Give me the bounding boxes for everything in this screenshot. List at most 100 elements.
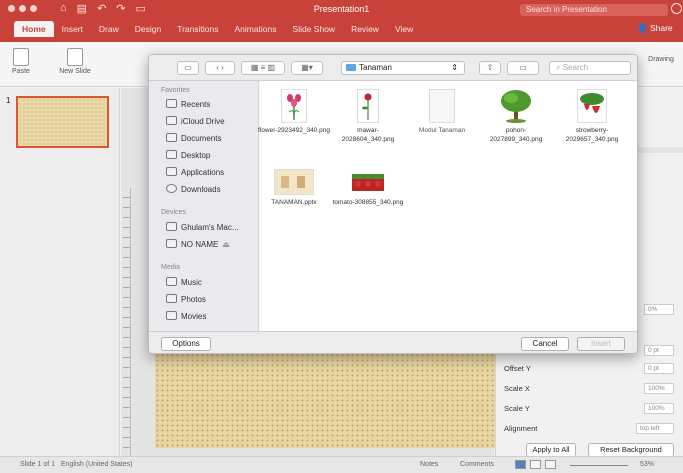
transparency-field[interactable]: 0% [644,304,674,315]
tab-home[interactable]: Home [14,21,54,37]
insert-button[interactable]: Insert [577,337,625,351]
document-icon [166,133,177,142]
comments-button[interactable]: Comments [460,461,494,468]
file-item[interactable]: mawar-2028604_340.png [332,89,404,144]
tomato-plant-icon [352,174,384,191]
drawing-label: Drawing [648,56,674,63]
alignment-select[interactable]: top left [636,423,674,434]
file-item[interactable]: tomato-308855_340.png [332,169,404,207]
search-document-input[interactable]: Search in Presentation [520,4,668,16]
share-button[interactable]: 👤 Share [637,23,673,34]
file-name: tomato-308855_340.png [332,199,404,206]
new-slide-button[interactable]: New Slide [58,48,92,75]
file-name: TANAMAN.pptx [271,199,317,206]
file-item[interactable]: pohon-2027899_340.png [480,89,552,144]
back-forward-buttons[interactable]: ‹ › [205,61,235,75]
options-button[interactable]: Options [161,337,211,351]
sidebar-item-photos[interactable]: Photos [166,294,206,304]
sidebar-item-label: Applications [181,168,225,177]
paste-button[interactable]: Paste [6,48,36,75]
sidebar-item-label: Movies [181,312,207,321]
dialog-search-placeholder: Search [562,63,589,72]
document-thumbnail-icon [429,89,455,123]
sidebar-item-icloud-drive[interactable]: iCloud Drive [166,116,225,126]
strawberry-icon [580,93,604,113]
powerpoint-window: ⌂ ▤ ↶ ↷ ▭ Presentation1 Search in Presen… [0,0,683,473]
tab-transitions[interactable]: Transitions [169,21,226,37]
sidebar-item-music[interactable]: Music [166,277,202,287]
chevron-updown-icon: ⇕ [451,63,458,72]
cancel-button[interactable]: Cancel [521,337,569,351]
music-icon [166,277,177,286]
slide-sorter-icon[interactable] [530,460,541,469]
recents-icon [166,99,177,108]
vertical-ruler [123,188,131,458]
zoom-level[interactable]: 53% [640,461,654,468]
devices-heading: Devices [161,209,186,216]
sidebar-item-desktop[interactable]: Desktop [166,150,210,160]
file-item[interactable]: TANAMAN.pptx [258,169,330,207]
tab-slide-show[interactable]: Slide Show [285,21,344,37]
reading-view-icon[interactable] [545,460,556,469]
tab-review[interactable]: Review [343,21,387,37]
location-popup[interactable]: Tanaman ⇕ [341,61,465,75]
location-label: Tanaman [359,63,392,72]
sidebar-item-documents[interactable]: Documents [166,133,221,143]
tab-animations[interactable]: Animations [226,21,284,37]
tab-draw[interactable]: Draw [91,21,127,37]
file-name: flower-2923492_340.png [258,127,330,134]
computer-icon [166,222,177,231]
tab-view[interactable]: View [387,21,421,37]
apply-to-all-button[interactable]: Apply to All [526,443,576,457]
scale-x-field[interactable]: 100% [644,383,674,394]
file-name: Modul Tanaman [418,127,466,134]
sidebar-item-no-name[interactable]: NO NAME ⏏ [166,239,230,249]
insert-picture-dialog: ▭ ‹ › ▦ ≡ ▥ ▦▾ Tanaman ⇕ ⇧ ▭ ⌕ Search Fa… [148,54,638,354]
reset-background-button[interactable]: Reset Background [588,443,674,457]
tab-insert[interactable]: Insert [54,21,91,37]
file-browser: flower-2923492_340.png mawar-2028604_340… [258,81,637,331]
title-bar: ⌂ ▤ ↶ ↷ ▭ Presentation1 Search in Presen… [0,0,683,42]
sidebar-item-label: Recents [181,100,211,109]
camera-icon [166,294,177,303]
normal-view-icon[interactable] [515,460,526,469]
zoom-slider[interactable] [570,465,628,466]
desktop-icon [166,150,177,159]
film-icon [166,311,177,320]
sidebar-item-mac[interactable]: Ghulam's Mac... [166,222,239,232]
language[interactable]: English (United States) [61,461,133,468]
offset-x-field[interactable]: 0 pt [644,345,674,356]
sidebar-item-applications[interactable]: Applications [166,167,224,177]
file-item[interactable]: strowberry-2029657_340.png [556,89,628,144]
file-item[interactable]: flower-2923492_340.png [258,89,330,135]
slide-count: Slide 1 of 1 [20,461,56,468]
slide-number: 1 [6,96,11,105]
new-slide-label: New Slide [59,68,91,75]
strawberry-thumbnail [577,89,607,123]
tree-thumbnail [498,89,534,123]
drawing-button[interactable]: Drawing [644,56,678,63]
tags-button[interactable]: ▭ [507,61,539,75]
tab-design[interactable]: Design [127,21,169,37]
file-item[interactable]: Modul Tanaman [406,89,478,135]
file-name: strowberry-2029657_340.png [565,127,619,143]
feedback-smiley-icon[interactable] [671,3,682,14]
slide-thumbnail[interactable] [16,96,109,148]
share-button-dialog[interactable]: ⇧ [479,61,501,75]
applications-icon [166,167,177,176]
new-slide-icon [67,48,83,66]
arrange-button[interactable]: ▦▾ [291,61,323,75]
sidebar-toggle-button[interactable]: ▭ [177,61,199,75]
notes-button[interactable]: Notes [420,461,438,468]
scale-y-field[interactable]: 100% [644,403,674,414]
download-icon [166,184,177,193]
sidebar-item-downloads[interactable]: Downloads [166,184,221,194]
eject-icon[interactable]: ⏏ [222,240,230,249]
sidebar-item-movies[interactable]: Movies [166,311,206,321]
view-mode-buttons[interactable]: ▦ ≡ ▥ [241,61,285,75]
flower-thumbnail [281,89,307,123]
sidebar-item-label: Desktop [181,151,211,160]
offset-y-field[interactable]: 0 pt [644,363,674,374]
dialog-search-input[interactable]: ⌕ Search [549,61,631,75]
sidebar-item-recents[interactable]: Recents [166,99,210,109]
